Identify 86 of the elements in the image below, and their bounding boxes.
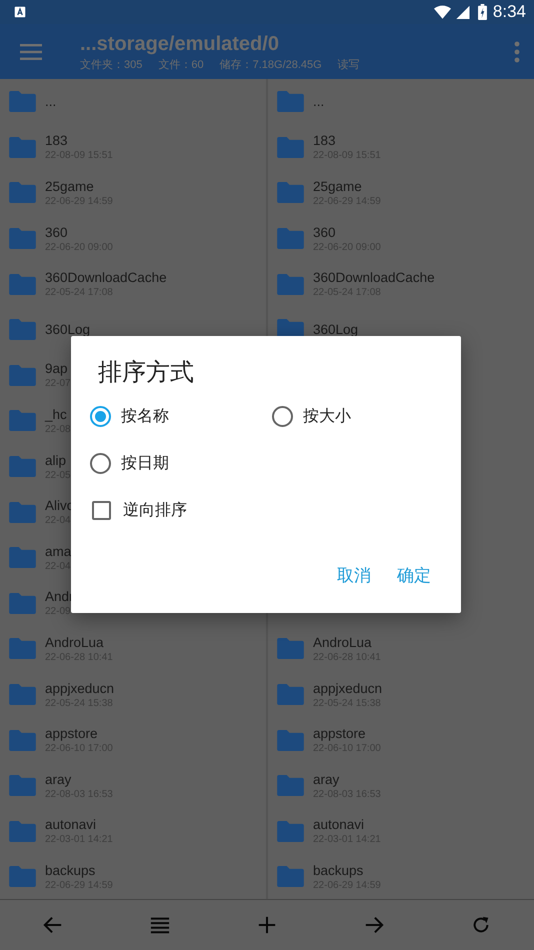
folder-icon [9,547,36,568]
checkbox[interactable] [92,501,111,520]
folder-name[interactable]: AndroLua [313,634,381,651]
folder-icon [9,410,36,432]
folder-name[interactable]: AndroLua [45,634,113,651]
list-icon[interactable] [150,915,170,935]
folder-icon [9,136,36,158]
folder-icon [9,502,36,523]
folder-icon [277,775,304,796]
signal-icon [454,5,471,19]
back-arrow-icon[interactable] [43,915,64,935]
folder-icon [9,638,36,660]
folder-icon [9,592,36,614]
folder-icon [9,91,36,112]
folder-name[interactable]: appjxeducn [45,680,114,697]
folder-name[interactable]: 9ap [45,360,71,378]
folder-icon [9,820,36,842]
sort-option[interactable]: 按名称 [90,404,272,429]
folder-name[interactable]: 360 [45,224,113,241]
storage-stat: 储存：7.18G/28.45G [220,58,322,72]
folder-icon [9,364,36,386]
path-title: ...storage/emulated/0 [80,32,280,56]
folder-icon [277,820,304,842]
sort-option[interactable]: 按日期 [90,451,272,476]
folder-icon [277,730,304,751]
cancel-button[interactable]: 取消 [329,558,379,593]
folder-name[interactable]: backups [45,862,113,879]
wifi-icon [434,5,451,19]
forward-arrow-icon[interactable] [364,915,384,935]
folder-icon [9,684,36,706]
folder-name[interactable]: 183 [45,132,113,150]
refresh-icon[interactable] [470,915,491,935]
folder-name[interactable]: aray [45,770,113,788]
folder-icon [9,730,36,751]
folder-icon [9,182,36,204]
storage-stat: 读写 [338,58,360,72]
folder-name[interactable]: aray [313,770,381,788]
reverse-option[interactable]: 逆向排序 [90,498,461,523]
more-options-icon[interactable] [514,40,520,62]
folder-name[interactable]: 360 [313,224,381,241]
storage-stat: 文件：60 [158,58,204,72]
folder-name[interactable]: 25game [45,178,113,195]
folder-name[interactable]: autonavi [313,816,381,834]
clock: 8:34 [492,2,526,22]
folder-name[interactable]: 183 [313,132,381,150]
folder-icon [9,775,36,796]
folder-icon [277,638,304,660]
radio-button[interactable] [272,406,293,427]
menu-icon[interactable] [20,44,42,60]
folder-icon [277,228,304,250]
folder-icon [277,274,304,295]
ok-button[interactable]: 确定 [389,558,439,593]
notification-icon [14,6,26,18]
add-icon[interactable] [256,915,277,935]
dialog-title: 排序方式 [98,358,195,388]
folder-name[interactable]: alip [45,452,71,469]
folder-icon [9,456,36,478]
folder-name[interactable]: 360DownloadCache [45,269,167,286]
folder-name[interactable]: Andr [45,588,74,606]
folder-name[interactable]: ama [45,542,72,560]
folder-name[interactable]: 360Log [45,321,90,338]
folder-icon [277,866,304,888]
folder-icon [277,684,304,706]
folder-name[interactable]: ... [45,93,56,110]
folder-name[interactable]: _hc [45,406,71,423]
folder-name[interactable]: 25game [313,178,381,195]
folder-name[interactable]: 360DownloadCache [313,269,435,286]
folder-name[interactable]: appstore [45,725,113,742]
folder-icon [277,136,304,158]
folder-name[interactable]: ... [313,93,324,110]
radio-button[interactable] [90,453,111,474]
folder-icon [277,182,304,204]
folder-icon [9,319,36,340]
folder-name[interactable]: backups [313,862,381,879]
storage-stat: 文件夹：305 [80,58,142,72]
battery-charging-icon [478,4,487,20]
radio-button[interactable] [90,406,111,427]
folder-icon [9,274,36,295]
sort-option[interactable]: 按大小 [272,404,454,429]
folder-icon [9,866,36,888]
folder-name[interactable]: appjxeducn [313,680,382,697]
folder-icon [277,91,304,112]
folder-icon [9,228,36,250]
folder-name[interactable]: appstore [313,725,381,742]
folder-name[interactable]: autonavi [45,816,113,834]
folder-name[interactable]: 360Log [313,321,358,338]
